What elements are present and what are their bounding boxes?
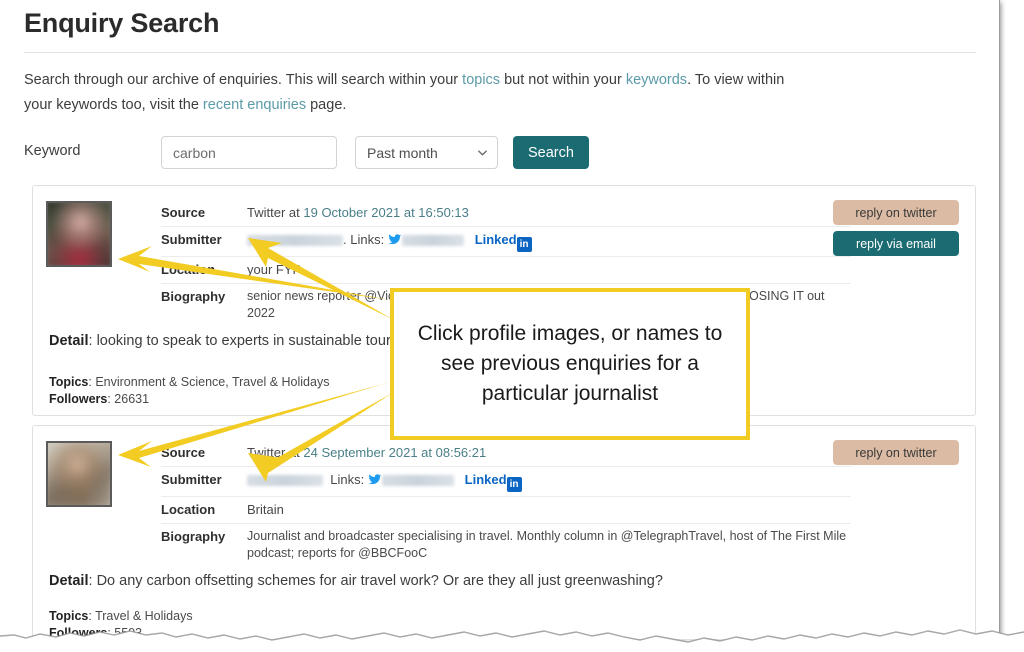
keyword-label: Keyword [24, 143, 81, 159]
meta-label-biography: Biography [161, 529, 226, 544]
detail-text: Do any carbon offsetting schemes for air… [96, 573, 663, 589]
enquiry-result-card[interactable]: Source Twitter at 24 September 2021 at 0… [32, 425, 976, 640]
reply-buttons: reply on twitter [833, 440, 959, 471]
meta-value-location: your FYP [247, 262, 302, 277]
meta-label-source: Source [161, 445, 206, 460]
chevron-down-icon [478, 149, 487, 156]
detail-colon: : [88, 333, 97, 349]
links-label: Links: [330, 472, 365, 487]
source-date[interactable]: 19 October 2021 at 16:50:13 [303, 205, 469, 220]
meta-label-location: Location [161, 262, 216, 277]
meta-value-submitter: Links: Linked in [247, 471, 851, 492]
reply-buttons: reply on twitter reply via email [833, 200, 959, 262]
enquiry-meta-table: Source Twitter at 24 September 2021 at 0… [161, 440, 851, 566]
source-prefix: Twitter at [247, 445, 300, 460]
meta-value-location: Britain [247, 502, 284, 517]
torn-paper-edge [0, 629, 1024, 652]
source-prefix: Twitter at [247, 205, 300, 220]
reply-on-twitter-button[interactable]: reply on twitter [833, 440, 959, 465]
detail-colon: : [88, 573, 97, 589]
followers-value: 26631 [114, 392, 150, 406]
meta-value-submitter: . Links: Linked in [247, 231, 851, 252]
enquiry-topics: Topics: Travel & Holidays [49, 609, 193, 623]
intro-link-3[interactable]: keywords [626, 72, 687, 88]
submitter-twitter-link-redacted[interactable] [381, 475, 454, 487]
meta-row-biography: Biography Journalist and broadcaster spe… [161, 524, 851, 566]
title-divider [24, 52, 976, 53]
twitter-icon[interactable] [388, 234, 402, 246]
callout-text: Click profile images, or names to see pr… [417, 322, 723, 405]
intro-text-2: but not within your [500, 72, 626, 88]
meta-row-location: Location Britain [161, 497, 851, 524]
meta-value-source: Twitter at 24 September 2021 at 08:56:21 [247, 444, 851, 462]
linkedin-icon[interactable]: in [516, 237, 532, 252]
submitter-name-redacted[interactable] [247, 235, 343, 247]
submitter-name-redacted[interactable] [247, 475, 323, 487]
search-form: Keyword Past month Search [24, 136, 624, 172]
page-title: Enquiry Search [24, 8, 220, 38]
topics-label: Topics [49, 375, 89, 389]
links-label: Links: [350, 232, 385, 247]
keyword-input[interactable] [161, 136, 337, 169]
intro-paragraph: Search through our archive of enquiries.… [24, 68, 794, 118]
meta-label-source: Source [161, 205, 206, 220]
linkedin-label[interactable]: Linked [465, 472, 507, 487]
avatar-border [46, 441, 112, 507]
detail-label: Detail [49, 573, 89, 589]
topics-value: Environment & Science, Travel & Holidays [95, 375, 330, 389]
enquiry-followers: Followers: 26631 [49, 392, 150, 406]
meta-label-location: Location [161, 502, 216, 517]
meta-row-submitter: Submitter . Links: Linked in [161, 227, 851, 257]
callout-box: Click profile images, or names to see pr… [390, 288, 750, 440]
source-date[interactable]: 24 September 2021 at 08:56:21 [303, 445, 486, 460]
intro-link-5[interactable]: recent enquiries [203, 97, 306, 113]
date-range-select[interactable]: Past month [355, 136, 498, 169]
linkedin-label[interactable]: Linked [475, 232, 517, 247]
search-button[interactable]: Search [513, 136, 589, 169]
meta-value-biography: Journalist and broadcaster specialising … [247, 529, 847, 560]
enquiry-detail: Detail: Do any carbon offsetting schemes… [49, 571, 949, 591]
submitter-twitter-link-redacted[interactable] [401, 235, 464, 247]
meta-value-source: Twitter at 19 October 2021 at 16:50:13 [247, 204, 851, 222]
meta-label-submitter: Submitter [161, 472, 222, 487]
date-range-value: Past month [367, 144, 438, 161]
intro-text-0: Search through our archive of enquiries.… [24, 72, 463, 88]
intro-text-6: page. [306, 97, 347, 113]
reply-via-email-button[interactable]: reply via email [833, 231, 959, 256]
topics-label: Topics [49, 609, 89, 623]
twitter-icon[interactable] [368, 474, 382, 486]
avatar-border [46, 201, 112, 267]
submitter-separator: . [343, 232, 347, 247]
followers-label: Followers [49, 392, 108, 406]
meta-label-biography: Biography [161, 289, 226, 304]
meta-label-submitter: Submitter [161, 232, 222, 247]
meta-row-location: Location your FYP [161, 257, 851, 284]
intro-link-1[interactable]: topics [462, 72, 500, 88]
enquiry-topics: Topics: Environment & Science, Travel & … [49, 375, 330, 389]
topics-value: Travel & Holidays [95, 609, 193, 623]
reply-on-twitter-button[interactable]: reply on twitter [833, 200, 959, 225]
meta-row-submitter: Submitter Links: Linked in [161, 467, 851, 497]
meta-row-source: Source Twitter at 19 October 2021 at 16:… [161, 200, 851, 227]
meta-row-source: Source Twitter at 24 September 2021 at 0… [161, 440, 851, 467]
detail-label: Detail [49, 333, 89, 349]
linkedin-icon[interactable]: in [506, 477, 522, 492]
